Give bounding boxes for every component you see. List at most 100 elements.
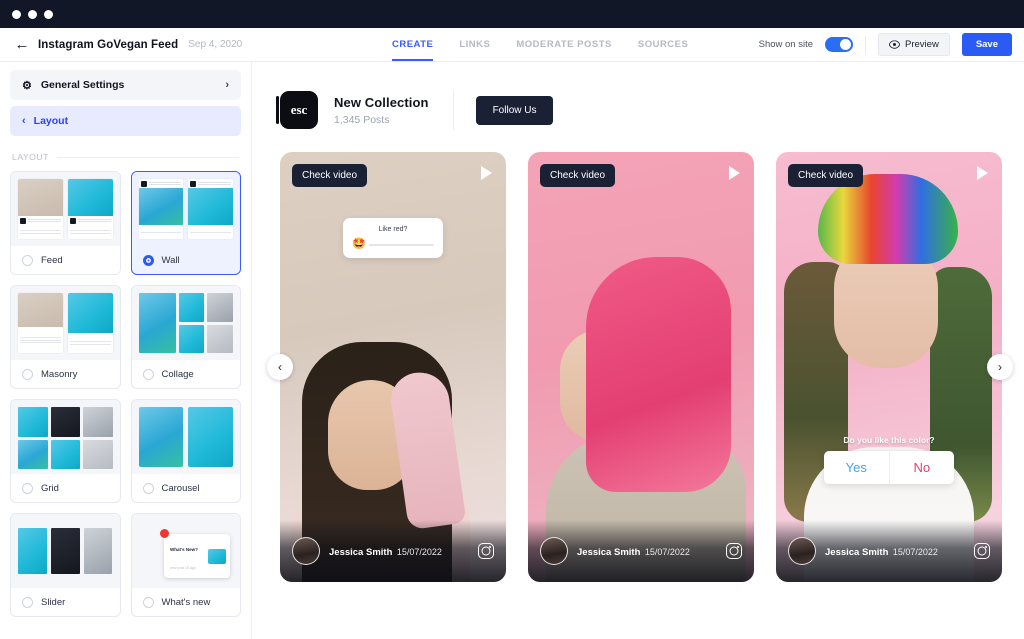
story-author: Jessica Smith xyxy=(329,547,392,558)
sidebar-item-layout[interactable]: ‹ Layout xyxy=(10,106,241,136)
radio-grid[interactable] xyxy=(22,483,33,494)
story-date: 15/07/2022 xyxy=(397,547,442,557)
tab-links[interactable]: LINKS xyxy=(459,28,490,61)
check-video-badge[interactable]: Check video xyxy=(788,164,863,187)
thumb-head xyxy=(68,216,113,225)
thumb-card xyxy=(68,293,113,353)
check-video-badge[interactable]: Check video xyxy=(540,164,615,187)
story-image xyxy=(776,152,1002,582)
layout-option-slider[interactable]: Slider xyxy=(10,513,121,617)
follow-us-button[interactable]: Follow Us xyxy=(476,96,554,125)
thumb-image xyxy=(207,293,233,322)
poll-sticker: Do you like this color? Yes No xyxy=(824,435,954,484)
carousel-prev-button[interactable]: ‹ xyxy=(267,354,293,380)
slider-sticker-track[interactable] xyxy=(369,244,434,246)
layout-option-whats-new[interactable]: What's New? new post 15 ago What's new xyxy=(131,513,242,617)
page-title: Instagram GoVegan Feed xyxy=(38,39,178,51)
carousel-next-button[interactable]: › xyxy=(987,354,1013,380)
radio-carousel[interactable] xyxy=(143,483,154,494)
sidebar-item-general-settings[interactable]: ⚙ General Settings › xyxy=(10,70,241,100)
wall-thumbnail xyxy=(132,172,241,246)
story-card[interactable]: Check video Like red? 🤩 Jessica Smith xyxy=(280,152,506,582)
tab-create[interactable]: CREATE xyxy=(392,28,433,61)
eye-icon xyxy=(889,40,900,49)
story-card[interactable]: Check video Jessica Smith 15/07/2022 xyxy=(528,152,754,582)
story-author: Jessica Smith xyxy=(577,547,640,558)
layout-option-wall[interactable]: Wall xyxy=(131,171,242,275)
radio-collage[interactable] xyxy=(143,369,154,380)
gear-icon: ⚙ xyxy=(22,79,32,92)
play-icon[interactable] xyxy=(977,166,988,180)
save-button[interactable]: Save xyxy=(962,33,1012,56)
poll-no-button[interactable]: No xyxy=(889,451,955,484)
thumb-image xyxy=(51,440,81,470)
slider-sticker[interactable]: Like red? 🤩 xyxy=(343,218,443,258)
thumb-foot xyxy=(68,333,113,353)
layout-label-row: Masonry xyxy=(11,360,120,388)
layout-option-collage[interactable]: Collage xyxy=(131,285,242,389)
thumb-image xyxy=(139,293,176,353)
radio-feed[interactable] xyxy=(22,255,33,266)
layout-option-label: Masonry xyxy=(41,369,77,380)
tab-moderate-posts[interactable]: MODERATE POSTS xyxy=(516,28,612,61)
back-arrow-icon[interactable]: ← xyxy=(14,37,30,52)
poll-yes-button[interactable]: Yes xyxy=(824,451,889,484)
thumb-image xyxy=(83,407,113,437)
instagram-icon[interactable] xyxy=(478,543,494,559)
whats-new-thumbnail: What's New? new post 15 ago xyxy=(132,514,241,588)
window-maximize-dot[interactable] xyxy=(44,10,53,19)
layout-label-row: Carousel xyxy=(132,474,241,502)
collage-grid xyxy=(139,293,234,353)
layout-option-label: Wall xyxy=(162,255,180,266)
preview-label: Preview xyxy=(905,39,939,50)
radio-whats-new[interactable] xyxy=(143,597,154,608)
story-image xyxy=(280,152,506,582)
thumb-avatar xyxy=(190,181,196,187)
instagram-icon[interactable] xyxy=(726,543,742,559)
story-author-meta: Jessica Smith 15/07/2022 xyxy=(825,542,938,560)
collection-name: New Collection xyxy=(334,95,429,110)
layout-option-label: Feed xyxy=(41,255,63,266)
layout-option-label: What's new xyxy=(162,597,211,608)
grid-cells xyxy=(18,407,113,467)
layout-label-row: What's new xyxy=(132,588,241,616)
story-date: 15/07/2022 xyxy=(645,547,690,557)
story-card[interactable]: Check video Do you like this color? Yes … xyxy=(776,152,1002,582)
window-minimize-dot[interactable] xyxy=(28,10,37,19)
layout-option-masonry[interactable]: Masonry xyxy=(10,285,121,389)
play-icon[interactable] xyxy=(481,166,492,180)
collection-logo: esc xyxy=(280,91,318,129)
layout-label-row: Grid xyxy=(11,474,120,502)
toggle-knob xyxy=(840,39,851,50)
story-image xyxy=(528,152,754,582)
star-struck-emoji-icon[interactable]: 🤩 xyxy=(352,239,366,250)
thumb-avatar xyxy=(20,218,26,224)
avatar xyxy=(788,537,816,565)
window-close-dot[interactable] xyxy=(12,10,21,19)
radio-wall[interactable] xyxy=(143,255,154,266)
section-rule xyxy=(57,157,239,158)
thumb-card xyxy=(68,179,113,239)
preview-button[interactable]: Preview xyxy=(878,33,950,56)
layout-option-carousel[interactable]: Carousel xyxy=(131,399,242,503)
feed-date: Sep 4, 2020 xyxy=(188,39,242,50)
thumb-card xyxy=(18,293,63,353)
thumb-image xyxy=(18,293,63,327)
layout-option-feed[interactable]: Feed xyxy=(10,171,121,275)
thumb-image xyxy=(68,293,113,333)
notification-dot-icon xyxy=(160,529,169,538)
whats-new-title: What's New? xyxy=(170,547,198,552)
thumb-lines xyxy=(28,219,61,222)
radio-masonry[interactable] xyxy=(22,369,33,380)
thumb-head xyxy=(18,216,63,225)
show-on-site-toggle[interactable] xyxy=(825,37,853,52)
play-icon[interactable] xyxy=(729,166,740,180)
tab-sources[interactable]: SOURCES xyxy=(638,28,688,61)
collection-meta: New Collection 1,345 Posts xyxy=(334,95,429,126)
radio-slider[interactable] xyxy=(22,597,33,608)
thumb-image xyxy=(188,407,233,467)
instagram-icon[interactable] xyxy=(974,543,990,559)
slider-cells xyxy=(18,528,113,574)
layout-option-grid[interactable]: Grid xyxy=(10,399,121,503)
check-video-badge[interactable]: Check video xyxy=(292,164,367,187)
